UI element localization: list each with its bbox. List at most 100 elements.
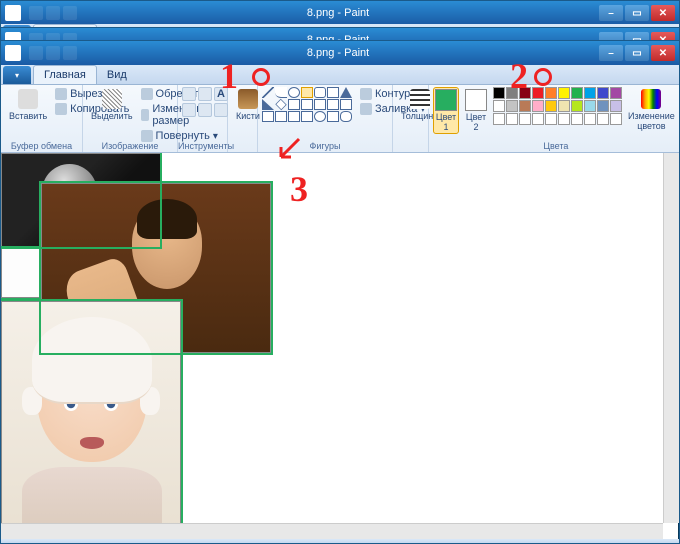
quick-access-toolbar[interactable]	[29, 6, 77, 20]
file-menu-button[interactable]: ▾	[3, 66, 31, 84]
color-swatch-7[interactable]	[584, 87, 596, 99]
color-swatch-19[interactable]	[610, 100, 622, 112]
shape-polygon-icon[interactable]	[327, 87, 339, 98]
maximize-button[interactable]: ▭	[625, 45, 649, 61]
shape-arrow-left-icon[interactable]	[327, 99, 339, 110]
window-title-3: 8.png - Paint	[77, 47, 599, 59]
canvas[interactable]	[1, 153, 679, 523]
select-button[interactable]: Выделить	[87, 87, 137, 123]
titlebar-3[interactable]: 8.png - Paint – ▭ ✕	[1, 41, 679, 65]
color2-button[interactable]: Цвет 2	[461, 87, 491, 134]
group-label-clipboard: Буфер обмена	[1, 141, 82, 151]
color-swatch-29[interactable]	[610, 113, 622, 125]
shape-arrow-right-icon[interactable]	[314, 99, 326, 110]
photo-white-fragment	[1, 248, 40, 298]
group-image: Выделить Обрезать Изменить размер Поверн…	[83, 85, 178, 152]
color-swatch-27[interactable]	[584, 113, 596, 125]
fill-tool-icon[interactable]	[198, 87, 212, 101]
text-tool-icon[interactable]: A	[214, 87, 228, 101]
foreground-window: 8.png - Paint – ▭ ✕ ▾ Главная Вид Встави…	[0, 40, 680, 544]
shape-oval-icon[interactable]	[288, 87, 300, 98]
crop-icon	[141, 88, 153, 100]
edit-colors-icon	[641, 89, 661, 109]
color-swatch-26[interactable]	[571, 113, 583, 125]
statusbar	[1, 539, 679, 543]
color-swatch-2[interactable]	[519, 87, 531, 99]
color-swatch-4[interactable]	[545, 87, 557, 99]
magnifier-tool-icon[interactable]	[214, 103, 228, 117]
minimize-button[interactable]: –	[599, 5, 623, 21]
shape-star6-icon[interactable]	[301, 111, 313, 122]
color-swatch-1[interactable]	[506, 87, 518, 99]
select-icon	[102, 89, 122, 109]
tools-grid: A	[182, 87, 228, 117]
color-swatch-21[interactable]	[506, 113, 518, 125]
vertical-scrollbar[interactable]	[663, 153, 679, 523]
shape-line-icon[interactable]	[262, 87, 274, 98]
color-swatch-12[interactable]	[519, 100, 531, 112]
tab-view[interactable]: Вид	[97, 66, 137, 84]
titlebar-1[interactable]: 8.png - Paint – ▭ ✕	[1, 1, 679, 25]
shape-right-triangle-icon[interactable]	[262, 99, 274, 110]
color-swatch-0[interactable]	[493, 87, 505, 99]
shape-pentagon-icon[interactable]	[288, 99, 300, 110]
horizontal-scrollbar[interactable]	[1, 523, 663, 539]
quick-access-toolbar[interactable]	[29, 46, 77, 60]
color2-label: Цвет 2	[465, 112, 487, 132]
copy-icon	[55, 103, 67, 115]
edit-colors-button[interactable]: Изменение цветов	[624, 87, 679, 133]
shape-hexagon-icon[interactable]	[301, 99, 313, 110]
shape-star4-icon[interactable]	[275, 111, 287, 122]
maximize-button[interactable]: ▭	[625, 5, 649, 21]
color-swatch-13[interactable]	[532, 100, 544, 112]
close-button[interactable]: ✕	[651, 5, 675, 21]
shape-diamond-icon[interactable]	[275, 99, 286, 110]
qat-redo-icon[interactable]	[63, 46, 77, 60]
paste-button[interactable]: Вставить	[5, 87, 51, 123]
qat-save-icon[interactable]	[29, 6, 43, 20]
shape-arrow-up-icon[interactable]	[340, 99, 352, 110]
shape-callout-cloud-icon[interactable]	[340, 111, 352, 122]
color-swatch-8[interactable]	[597, 87, 609, 99]
color-swatch-18[interactable]	[597, 100, 609, 112]
photo-baby	[1, 301, 181, 523]
qat-undo-icon[interactable]	[46, 6, 60, 20]
shape-star5-icon[interactable]	[288, 111, 300, 122]
qat-undo-icon[interactable]	[46, 46, 60, 60]
close-button[interactable]: ✕	[651, 45, 675, 61]
color-swatch-9[interactable]	[610, 87, 622, 99]
color-swatch-6[interactable]	[571, 87, 583, 99]
shape-curve-icon[interactable]	[275, 87, 287, 98]
tab-home[interactable]: Главная	[33, 65, 97, 84]
scissors-icon	[55, 88, 67, 100]
size-icon	[410, 89, 430, 109]
color-swatch-25[interactable]	[558, 113, 570, 125]
shape-triangle-icon[interactable]	[340, 87, 352, 98]
eraser-tool-icon[interactable]	[182, 103, 196, 117]
shape-rectangle-icon[interactable]	[301, 87, 313, 98]
color-swatch-16[interactable]	[571, 100, 583, 112]
color-swatch-14[interactable]	[545, 100, 557, 112]
color1-button[interactable]: Цвет 1	[433, 87, 459, 134]
shape-arrow-down-icon[interactable]	[262, 111, 274, 122]
minimize-button[interactable]: –	[599, 45, 623, 61]
color-swatch-11[interactable]	[506, 100, 518, 112]
color-swatch-22[interactable]	[519, 113, 531, 125]
shape-callout-round-icon[interactable]	[314, 111, 326, 122]
color-swatch-24[interactable]	[545, 113, 557, 125]
color-swatch-15[interactable]	[558, 100, 570, 112]
color-swatch-20[interactable]	[493, 113, 505, 125]
qat-save-icon[interactable]	[29, 46, 43, 60]
shapes-gallery[interactable]	[262, 87, 352, 122]
shape-roundrect-icon[interactable]	[314, 87, 326, 98]
color-swatch-3[interactable]	[532, 87, 544, 99]
color-swatch-28[interactable]	[597, 113, 609, 125]
color-swatch-17[interactable]	[584, 100, 596, 112]
color-swatch-23[interactable]	[532, 113, 544, 125]
picker-tool-icon[interactable]	[198, 103, 212, 117]
color-swatch-5[interactable]	[558, 87, 570, 99]
shape-callout-rect-icon[interactable]	[327, 111, 339, 122]
color-swatch-10[interactable]	[493, 100, 505, 112]
pencil-tool-icon[interactable]	[182, 87, 196, 101]
qat-redo-icon[interactable]	[63, 6, 77, 20]
